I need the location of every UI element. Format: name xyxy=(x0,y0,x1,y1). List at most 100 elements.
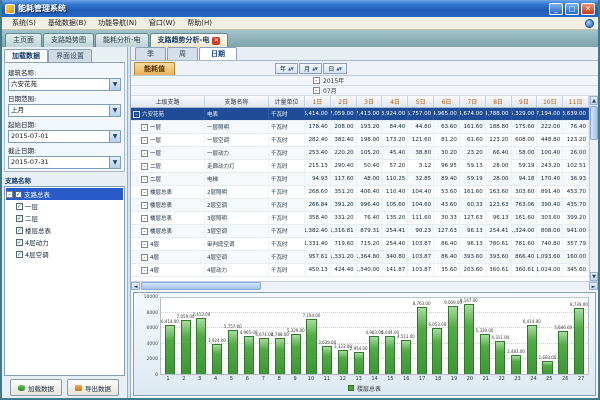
column-header-day[interactable]: 11日 xyxy=(563,96,589,107)
scroll-left-icon[interactable]: ◄ xyxy=(131,282,140,290)
tab-energy-value[interactable]: 能耗值 xyxy=(134,62,175,75)
tree-checkbox[interactable]: ✓ xyxy=(16,227,23,234)
tree-expand-icon[interactable]: - xyxy=(141,215,148,222)
horizontal-scroll-thumb[interactable] xyxy=(141,282,261,290)
tab-close-icon[interactable]: ✕ xyxy=(212,37,220,45)
menu-item[interactable]: 窗口(W) xyxy=(143,17,181,29)
tree-expand-icon[interactable]: - xyxy=(141,137,148,144)
chart-bar[interactable] xyxy=(480,334,490,375)
date-unit-button[interactable]: 年▲▼ xyxy=(275,63,298,74)
export-data-button[interactable]: 导出数据 xyxy=(67,379,119,396)
dropdown-arrow-icon[interactable]: ▼ xyxy=(109,79,120,90)
chart-bar[interactable] xyxy=(495,341,505,374)
column-header-day[interactable]: 10日 xyxy=(537,96,563,107)
menu-item[interactable]: 功能导航(N) xyxy=(92,17,143,29)
chart-bar[interactable] xyxy=(542,361,552,374)
tree-checkbox[interactable]: ✓ xyxy=(16,239,23,246)
tree-expand-icon[interactable]: - xyxy=(141,241,148,248)
chart-bar[interactable] xyxy=(558,331,568,374)
chart-bar[interactable] xyxy=(511,355,521,374)
period-tab[interactable]: 日期 xyxy=(199,47,237,60)
menu-item[interactable]: 基础数据(B) xyxy=(42,17,92,29)
load-data-button[interactable]: 加载数据 xyxy=(10,379,62,396)
vertical-scroll-thumb[interactable] xyxy=(590,106,598,140)
column-group-row[interactable]: -2015年 xyxy=(131,76,598,86)
column-header-day[interactable]: 5日 xyxy=(408,96,434,107)
tree-expand-icon[interactable]: - xyxy=(141,124,148,131)
tree-expand-icon[interactable]: - xyxy=(141,202,148,209)
document-tab[interactable]: 支路趋势分析-电✕ xyxy=(150,33,229,47)
group-collapse-icon[interactable]: - xyxy=(313,87,320,94)
start-date-picker[interactable]: 2015-07-01▼ xyxy=(8,130,121,143)
chart-bar[interactable] xyxy=(181,320,191,374)
tree-expand-icon[interactable]: - xyxy=(141,176,148,183)
minimize-button[interactable]: _ xyxy=(549,3,563,15)
chart-bar[interactable] xyxy=(275,338,285,374)
tree-expand-icon[interactable]: - xyxy=(133,111,140,118)
tree-expand-icon[interactable]: - xyxy=(141,189,148,196)
menu-item[interactable]: 系统(S) xyxy=(6,17,42,29)
end-date-picker[interactable]: 2015-07-31▼ xyxy=(8,156,121,169)
column-header[interactable]: 计量单位 xyxy=(269,96,305,107)
chart-bar[interactable] xyxy=(322,346,332,374)
column-header-day[interactable]: 8日 xyxy=(486,96,512,107)
table-row[interactable]: -二层走廊动力灯千瓦时215.13290.4050.4057.203.1296.… xyxy=(131,160,589,173)
chart-bar[interactable] xyxy=(338,350,348,374)
tree-expand-icon[interactable]: - xyxy=(141,267,148,274)
table-row[interactable]: -楼层总表3层照明千瓦时358.40331.2076.40135.20111.6… xyxy=(131,212,589,225)
chart-bar[interactable] xyxy=(448,306,458,374)
scroll-right-icon[interactable]: ► xyxy=(589,282,598,290)
column-header[interactable]: 支路名称 xyxy=(205,96,269,107)
column-header-day[interactable]: 2日 xyxy=(331,96,357,107)
chart-bar[interactable] xyxy=(417,307,427,374)
horizontal-scrollbar[interactable]: ◄ ► xyxy=(131,281,598,290)
chart-bar[interactable] xyxy=(574,308,584,374)
date-unit-button[interactable]: 日▲▼ xyxy=(323,63,346,74)
period-tab[interactable]: 季 xyxy=(135,47,166,60)
tree-checkbox[interactable]: ✓ xyxy=(15,191,22,198)
chart-bar[interactable] xyxy=(259,338,269,374)
building-name-select[interactable]: 六安花苑▼ xyxy=(8,78,121,91)
table-row[interactable]: -一层一层动力千瓦时253.40220.20105.2045.4038.8030… xyxy=(131,147,589,160)
column-group-row[interactable]: -07月 xyxy=(131,86,598,96)
dropdown-arrow-icon[interactable]: ▼ xyxy=(109,131,120,142)
table-row[interactable]: -4层审判庭空调千瓦时1,331.40719.60715.20254.40103… xyxy=(131,238,589,251)
tree-expand-icon[interactable]: - xyxy=(141,228,148,235)
chart-bar[interactable] xyxy=(432,328,442,374)
tree-checkbox[interactable]: ✓ xyxy=(16,203,23,210)
table-row[interactable]: -4层4层空调千瓦时957.611,331.201,364.80340.8010… xyxy=(131,251,589,264)
tree-expand-icon[interactable]: - xyxy=(141,150,148,157)
menu-item[interactable]: 帮助(H) xyxy=(181,17,218,29)
chart-bar[interactable] xyxy=(291,334,301,375)
column-header-day[interactable]: 9日 xyxy=(512,96,538,107)
table-row[interactable]: -一层一层照明千瓦时178.40208.00193.2084.4044.8063… xyxy=(131,121,589,134)
table-row[interactable]: -二层电梯千瓦时94.93117.6048.00110.2532.8589.40… xyxy=(131,173,589,186)
chart-bar[interactable] xyxy=(212,344,222,374)
period-tab[interactable]: 周 xyxy=(167,47,198,60)
document-tab[interactable]: 主页面 xyxy=(5,33,42,47)
dropdown-arrow-icon[interactable]: ▼ xyxy=(109,157,120,168)
table-row[interactable]: -六安花苑电表千瓦时6,414.007,059.007,413.003,924.… xyxy=(131,108,589,121)
tree-item-root[interactable]: -✓支路总表 xyxy=(6,188,123,200)
date-unit-button[interactable]: 月▲▼ xyxy=(299,63,322,74)
table-row[interactable]: -楼层总表3层空调千瓦时1,382.401,316.81879.31254.41… xyxy=(131,225,589,238)
tree-item[interactable]: ✓二层 xyxy=(6,212,123,224)
tree-expand-icon[interactable]: - xyxy=(141,163,148,170)
tree-item[interactable]: ✓一层 xyxy=(6,200,123,212)
chart-bar[interactable] xyxy=(244,336,254,374)
chart-bar[interactable] xyxy=(165,325,175,374)
document-tab[interactable]: 能耗分析-电 xyxy=(95,33,149,47)
chart-bar[interactable] xyxy=(306,319,316,374)
chart-bar[interactable] xyxy=(401,340,411,374)
tree-checkbox[interactable]: ✓ xyxy=(16,251,23,258)
tree-item[interactable]: ✓4层空调 xyxy=(6,248,123,260)
column-header[interactable]: 上级支路 xyxy=(131,96,205,107)
close-button[interactable]: ✕ xyxy=(581,3,595,15)
column-header-day[interactable]: 7日 xyxy=(460,96,486,107)
table-row[interactable]: -楼层总表2层空调千瓦时266.84391.20996.40105.60104.… xyxy=(131,199,589,212)
column-header-day[interactable]: 4日 xyxy=(382,96,408,107)
tree-checkbox[interactable]: ✓ xyxy=(16,215,23,222)
column-header-day[interactable]: 6日 xyxy=(434,96,460,107)
column-header-day[interactable]: 3日 xyxy=(357,96,383,107)
column-header-day[interactable]: 1日 xyxy=(305,96,331,107)
